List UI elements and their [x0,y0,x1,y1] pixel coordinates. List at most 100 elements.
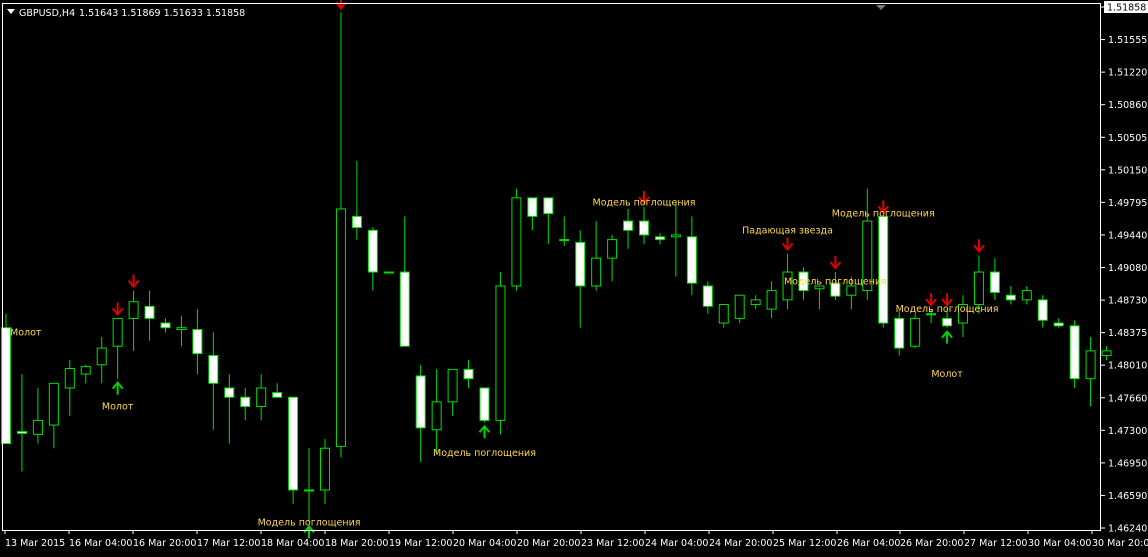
price-tick-label: 1.49080 [1108,263,1147,274]
price-tick-label: 1.50860 [1108,100,1147,111]
candle-body [734,294,745,319]
candle-body [878,215,889,324]
candle-body [176,327,187,331]
chart-window[interactable]: Молот Молот Модель поглощения Модель поглощ… [0,0,1148,553]
chart-header: GBPUSD,H4 1.51643 1.51869 1.51633 1.5185… [7,8,245,19]
time-tick-label: 18 Mar 04:00 [261,538,324,549]
time-tick-label: 20 Mar 04:00 [453,538,516,549]
candle-body [1005,294,1016,301]
candle [511,188,522,291]
candle-body [559,239,570,242]
time-tick-label: 24 Mar 04:00 [645,538,708,549]
candle-body [367,229,378,273]
candle-body [80,366,91,375]
pattern-label: Молот [10,327,42,338]
time-tick-label: 30 Mar 04:00 [1028,538,1091,549]
pattern-label: Модель поглощения [258,517,361,528]
time-tick-label: 24 Mar 20:00 [709,538,772,549]
candle-body [942,317,953,327]
candle [1069,320,1080,388]
price-tick-label: 1.47300 [1108,426,1147,437]
candle-body [463,368,474,380]
pattern-label: Падающая звезда [742,225,833,236]
time-tick-label: 27 Mar 12:00 [964,538,1027,549]
price-tick-label: 1.51220 [1108,68,1147,79]
candle-body [670,234,681,238]
candle-body [479,387,490,421]
candle-body [335,208,346,447]
candle-body [192,329,203,355]
time-tick-label: 20 Mar 20:00 [517,538,580,549]
candle-body [48,382,59,426]
candle-body [1069,325,1080,380]
price-tick-label: 1.48730 [1108,296,1147,307]
price-tick-label: 1.50150 [1108,165,1147,176]
ohlc-quote: 1.51643 1.51869 1.51633 1.51858 [79,8,245,19]
candle-body [112,317,123,347]
pattern-label: Модель поглощения [784,276,887,287]
candle-body [718,304,729,324]
pattern-label: Молот [102,402,134,413]
price-tick-label: 1.47660 [1108,393,1147,404]
price-tick-label: 1.48375 [1108,328,1147,339]
price-tick-label: 1.46240 [1108,524,1147,535]
candle-body [1085,350,1096,380]
candle-body [989,271,1000,293]
pattern-label: Модель поглощения [433,448,536,459]
candle-body [1021,290,1032,301]
price-tick-label: 1.46950 [1108,458,1147,469]
candle-body [96,347,107,366]
current-price-label: 1.51858 [1107,3,1146,14]
candle-body [623,220,634,231]
candle-body [654,236,665,241]
candle-body [320,447,330,491]
time-tick-label: 25 Mar 12:00 [773,538,836,549]
candle-body [160,322,171,329]
time-tick-label: 26 Mar 20:00 [900,538,963,549]
pattern-label: Модель поглощения [832,209,935,220]
price-tick-label: 1.49440 [1108,230,1147,241]
price-tick-label: 1.49795 [1108,198,1147,209]
candle-body [750,299,761,306]
price-tick-label: 1.50505 [1108,133,1147,144]
candle-body [128,301,139,319]
price-tick-label: 1.48010 [1108,361,1147,372]
candle-body [208,355,219,384]
time-tick-label: 17 Mar 12:00 [197,538,260,549]
candle-body [64,367,75,389]
candle-body [575,241,586,287]
candle [383,271,394,274]
candle-body [415,375,426,429]
time-tick-label: 16 Mar 20:00 [133,538,196,549]
candlestick-chart[interactable]: Молот Молот Модель поглощения Модель поглощ… [0,0,1148,553]
time-tick-label: 18 Mar 20:00 [325,538,388,549]
candle-body [16,431,27,434]
candle-body [686,236,697,284]
candle [479,387,490,423]
candle-body [399,271,410,347]
time-tick-label: 30 Mar 20:00 [1092,538,1148,549]
candle-body [256,387,267,408]
candle-body [702,285,713,307]
candle-body [543,197,554,215]
candle-body [32,419,43,435]
candle-body [431,401,442,431]
candle-body [910,317,921,347]
candle-body [591,257,602,287]
candle-body [639,220,649,236]
candle-body [527,197,538,217]
candle [495,272,506,435]
candle-body [224,387,235,398]
candle-body [1037,299,1048,321]
candle [288,396,299,504]
candle-body [607,239,618,259]
symbol-label: GBPUSD,H4 [19,8,75,19]
price-tick-label: 1.46590 [1108,491,1147,502]
candle-body [383,271,394,274]
candle-body [447,368,458,403]
candle-body [1053,322,1064,327]
candle-body [272,392,283,398]
candle [734,294,745,324]
candle-body [846,285,857,296]
time-tick-label: 23 Mar 12:00 [581,538,644,549]
